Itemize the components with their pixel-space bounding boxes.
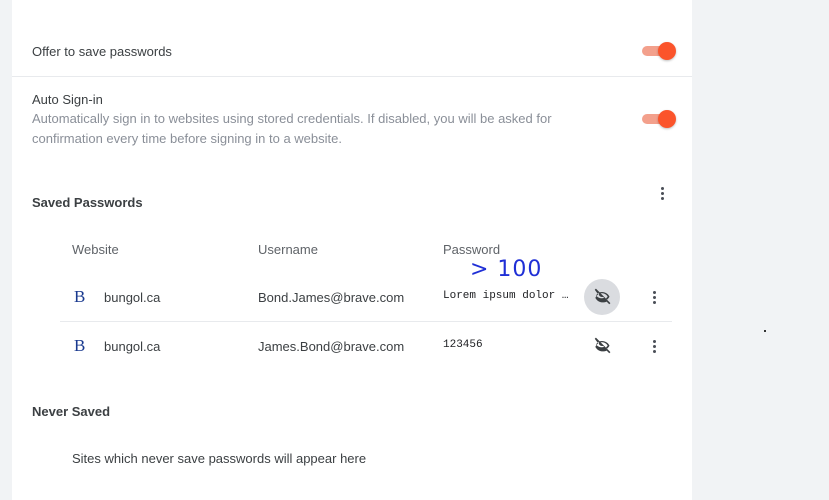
table-row: B bungol.ca Bond.James@brave.com Lorem i… [12,273,692,321]
column-header-username: Username [258,242,318,257]
offer-save-label: Offer to save passwords [32,44,172,59]
divider [12,76,692,77]
eye-off-icon [594,288,611,305]
site-favicon-icon: B [74,336,86,355]
settings-panel: Offer to save passwords Auto Sign-in Aut… [12,0,692,500]
show-password-button[interactable] [584,279,620,315]
offer-save-toggle[interactable] [642,42,676,60]
auto-signin-description-line1: Automatically sign in to websites using … [32,111,552,126]
site-name: bungol.ca [104,339,161,354]
saved-passwords-title: Saved Passwords [32,195,143,210]
row-menu-icon[interactable] [642,334,666,358]
auto-signin-description-line2: confirmation every time before signing i… [32,131,342,146]
table-row: B bungol.ca James.Bond@brave.com 123456 [12,322,692,370]
handwritten-annotation: > 100 [470,257,543,282]
site-favicon-icon: B [74,287,86,306]
auto-signin-toggle[interactable] [642,110,676,128]
site-name: bungol.ca [104,290,161,305]
never-saved-title: Never Saved [32,404,111,419]
username: James.Bond@brave.com [258,339,405,354]
auto-signin-description: Automatically sign in to websites using … [32,109,612,149]
stray-dot [764,330,766,332]
toggle-knob [658,42,676,60]
auto-signin-label: Auto Sign-in [32,92,103,107]
username: Bond.James@brave.com [258,290,405,305]
column-header-password: Password [443,242,501,257]
saved-passwords-menu-icon[interactable] [650,181,674,205]
row-menu-icon[interactable] [642,285,666,309]
never-saved-empty-message: Sites which never save passwords will ap… [72,451,367,466]
show-password-button[interactable] [584,328,620,364]
password-value: 123456 [443,339,483,351]
eye-off-icon [594,337,611,354]
password-value: Lorem ipsum dolor sit amet [443,290,573,302]
toggle-knob [658,110,676,128]
column-header-website: Website [72,242,119,257]
